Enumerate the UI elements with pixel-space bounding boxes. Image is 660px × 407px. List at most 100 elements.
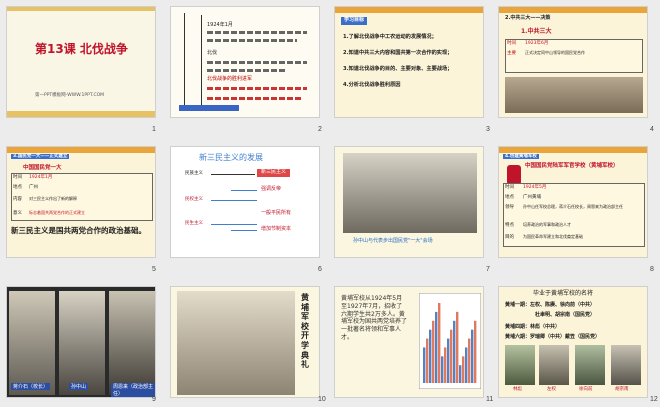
slide-5[interactable]: 3.国民党一大——正式建立 中国国民党一大 时间 1924年1月 地点 广州 内… xyxy=(6,146,156,258)
section-title: 中国国民党一大 xyxy=(23,165,62,171)
goal-item: 4.分析北伐战争胜利原因 xyxy=(343,82,401,88)
slide-number: 12 xyxy=(650,396,658,403)
chart-bar xyxy=(423,347,426,383)
row-value: 培养政治的军事和政治人才 xyxy=(523,222,571,227)
goal-item: 2.知道中共三大内容和国共第一次合作的实现； xyxy=(343,50,453,56)
left-label: 民生主义 xyxy=(185,221,203,226)
portrait xyxy=(9,291,55,395)
slide-title: 毕业于黄埔军校的名将 xyxy=(533,290,594,297)
general-line: 黄埔六期：罗瑞卿（中共）戴笠（国民党） xyxy=(505,334,601,340)
portrait-label: 孙中山 xyxy=(69,383,89,390)
portrait-label: 林彪 xyxy=(513,387,522,392)
row-value: 标志着国共两党合作的正式建立 xyxy=(29,210,85,215)
slide-1[interactable]: 第13课 北伐战争 第一PPT模板网-WWW.1PPT.COM xyxy=(6,6,156,118)
slide-header: 4.创建黄埔军校 xyxy=(503,154,539,160)
chart-bar xyxy=(429,329,432,383)
slide-header: 3.国民党一大——正式建立 xyxy=(11,154,70,160)
portrait-label: 周恩来（政治部主任） xyxy=(111,383,155,397)
row-label: 时间 xyxy=(13,175,22,180)
slide-title: 新三民主义的发展 xyxy=(199,153,263,162)
chart-bar xyxy=(444,347,447,383)
slide-subtitle: 第一PPT模板网-WWW.1PPT.COM xyxy=(35,93,105,98)
row-label: 地点 xyxy=(505,195,514,200)
slide-header: 学习目标 xyxy=(341,17,368,25)
slide-number: 6 xyxy=(318,266,322,273)
row-value: 广州黄埔 xyxy=(523,195,541,200)
slide-3[interactable]: 学习目标 1.了解北伐战争中工农运动的发展情况； 2.知道中共三大内容和国共第一… xyxy=(334,6,484,118)
row-label: 地点 xyxy=(13,185,22,190)
slide-9[interactable]: 蒋介石（校长） 孙中山 周恩来（政治部主任） xyxy=(6,286,156,398)
row-label: 目的 xyxy=(505,235,514,240)
goal-item: 3.知道北伐战争的目的、主要对象、主要战场； xyxy=(343,66,453,72)
chart-bar xyxy=(462,356,465,383)
slide-number: 11 xyxy=(486,396,494,403)
right-label: 强调反帝 xyxy=(261,186,282,192)
slide-number: 1 xyxy=(152,126,156,133)
portrait-label: 胡宗南 xyxy=(615,387,629,392)
right-label: 新三民主义 xyxy=(257,169,291,177)
portrait xyxy=(505,345,535,385)
row-value: 1923年6月 xyxy=(525,41,549,46)
slide-number: 3 xyxy=(486,126,490,133)
outline-item: 1924年1月 xyxy=(207,22,233,28)
chart-bar xyxy=(438,303,441,383)
chart-bar xyxy=(447,338,450,383)
row-value: 对三民主义作出了新的解释 xyxy=(29,196,77,201)
outline-item: 北伐战争的胜利进军 xyxy=(207,76,253,82)
slide-note: 新三民主义是国共两党合作的政治基础。 xyxy=(11,226,146,235)
chart-bar xyxy=(459,365,462,383)
slide-2[interactable]: 1924年1月 北伐 北伐战争的胜利进军 xyxy=(170,6,320,118)
general-line: 黄埔四期：林彪（中共） xyxy=(505,324,561,330)
slide-number: 10 xyxy=(318,396,326,403)
general-line: 杜聿明、胡宗南（国民党） xyxy=(535,312,596,318)
chart-bar xyxy=(450,329,453,383)
right-label: 增加节制资本 xyxy=(261,226,292,232)
slide-7[interactable]: 孙中山与代表步出国民党"一大"会场 xyxy=(334,146,484,258)
slide-11[interactable]: 黄埔军校从1924年5月至1927年7月，招收了六期学生共2万多人。黄埔军校为国… xyxy=(334,286,484,398)
chart-bar xyxy=(456,311,459,383)
row-value: 为国民革命军建立和北伐奠定基础 xyxy=(523,234,583,239)
chart-bar xyxy=(441,356,444,383)
portrait xyxy=(575,345,605,385)
slide-4[interactable]: 2.中共三大——决策 1.中共三大 时间 1923年6月 主要 正式决定同中山领… xyxy=(498,6,648,118)
slide-10[interactable]: 黄埔军校开学典礼 xyxy=(170,286,320,398)
chart-bar xyxy=(471,329,474,383)
row-label: 意义 xyxy=(13,211,22,216)
slide-number: 9 xyxy=(152,396,156,403)
portrait xyxy=(539,345,569,385)
slide-6[interactable]: 新三民主义的发展 民族主义 民权主义 民生主义 新三民主义 强调反帝 一般平民所… xyxy=(170,146,320,258)
portrait-label: 徐向前 xyxy=(579,387,593,392)
enrollment-chart xyxy=(419,293,481,389)
left-label: 民权主义 xyxy=(185,197,203,202)
slide-number: 2 xyxy=(318,126,322,133)
right-label: 一般平民所有 xyxy=(261,210,292,216)
row-label: 主要 xyxy=(507,51,516,56)
slide-title: 第13课 北伐战争 xyxy=(35,42,128,56)
row-value: 1924年5月 xyxy=(523,185,547,190)
row-value: 孙中山任军校总理，蒋介石任校长，周恩来为政治部主任 xyxy=(523,204,623,209)
outline-item: 北伐 xyxy=(207,50,218,56)
slide-12[interactable]: 毕业于黄埔军校的名将 黄埔一期：左权、陈赓、徐向前（中共） 杜聿明、胡宗南（国民… xyxy=(498,286,648,398)
photo xyxy=(505,77,643,113)
slide-text: 黄埔军校从1924年5月至1927年7月，招收了六期学生共2万多人。黄埔军校为国… xyxy=(341,295,408,341)
general-line: 黄埔一期：左权、陈赓、徐向前（中共） xyxy=(505,302,596,308)
left-label: 民族主义 xyxy=(185,171,203,176)
row-label: 内容 xyxy=(13,197,22,202)
row-label: 时间 xyxy=(505,185,514,190)
slide-number: 5 xyxy=(152,266,156,273)
portrait xyxy=(109,291,155,395)
slide-8[interactable]: 4.创建黄埔军校 中国国民党陆军军官学校（黄埔军校） 时间 1924年5月 地点… xyxy=(498,146,648,258)
slide-number: 7 xyxy=(486,266,490,273)
photo xyxy=(177,291,295,395)
goal-item: 1.了解北伐战争中工农运动的发展情况； xyxy=(343,34,437,40)
portrait xyxy=(611,345,641,385)
chart-bar xyxy=(453,320,456,383)
section-title: 1.中共三大 xyxy=(521,28,552,35)
photo-caption: 孙中山与代表步出国民党"一大"会场 xyxy=(353,238,433,244)
row-value: 广州 xyxy=(29,185,38,190)
photo xyxy=(343,153,477,233)
portrait-label: 蒋介石（校长） xyxy=(11,383,51,390)
portrait xyxy=(59,291,105,395)
chart-bar xyxy=(465,347,468,383)
chart-bar xyxy=(468,338,471,383)
